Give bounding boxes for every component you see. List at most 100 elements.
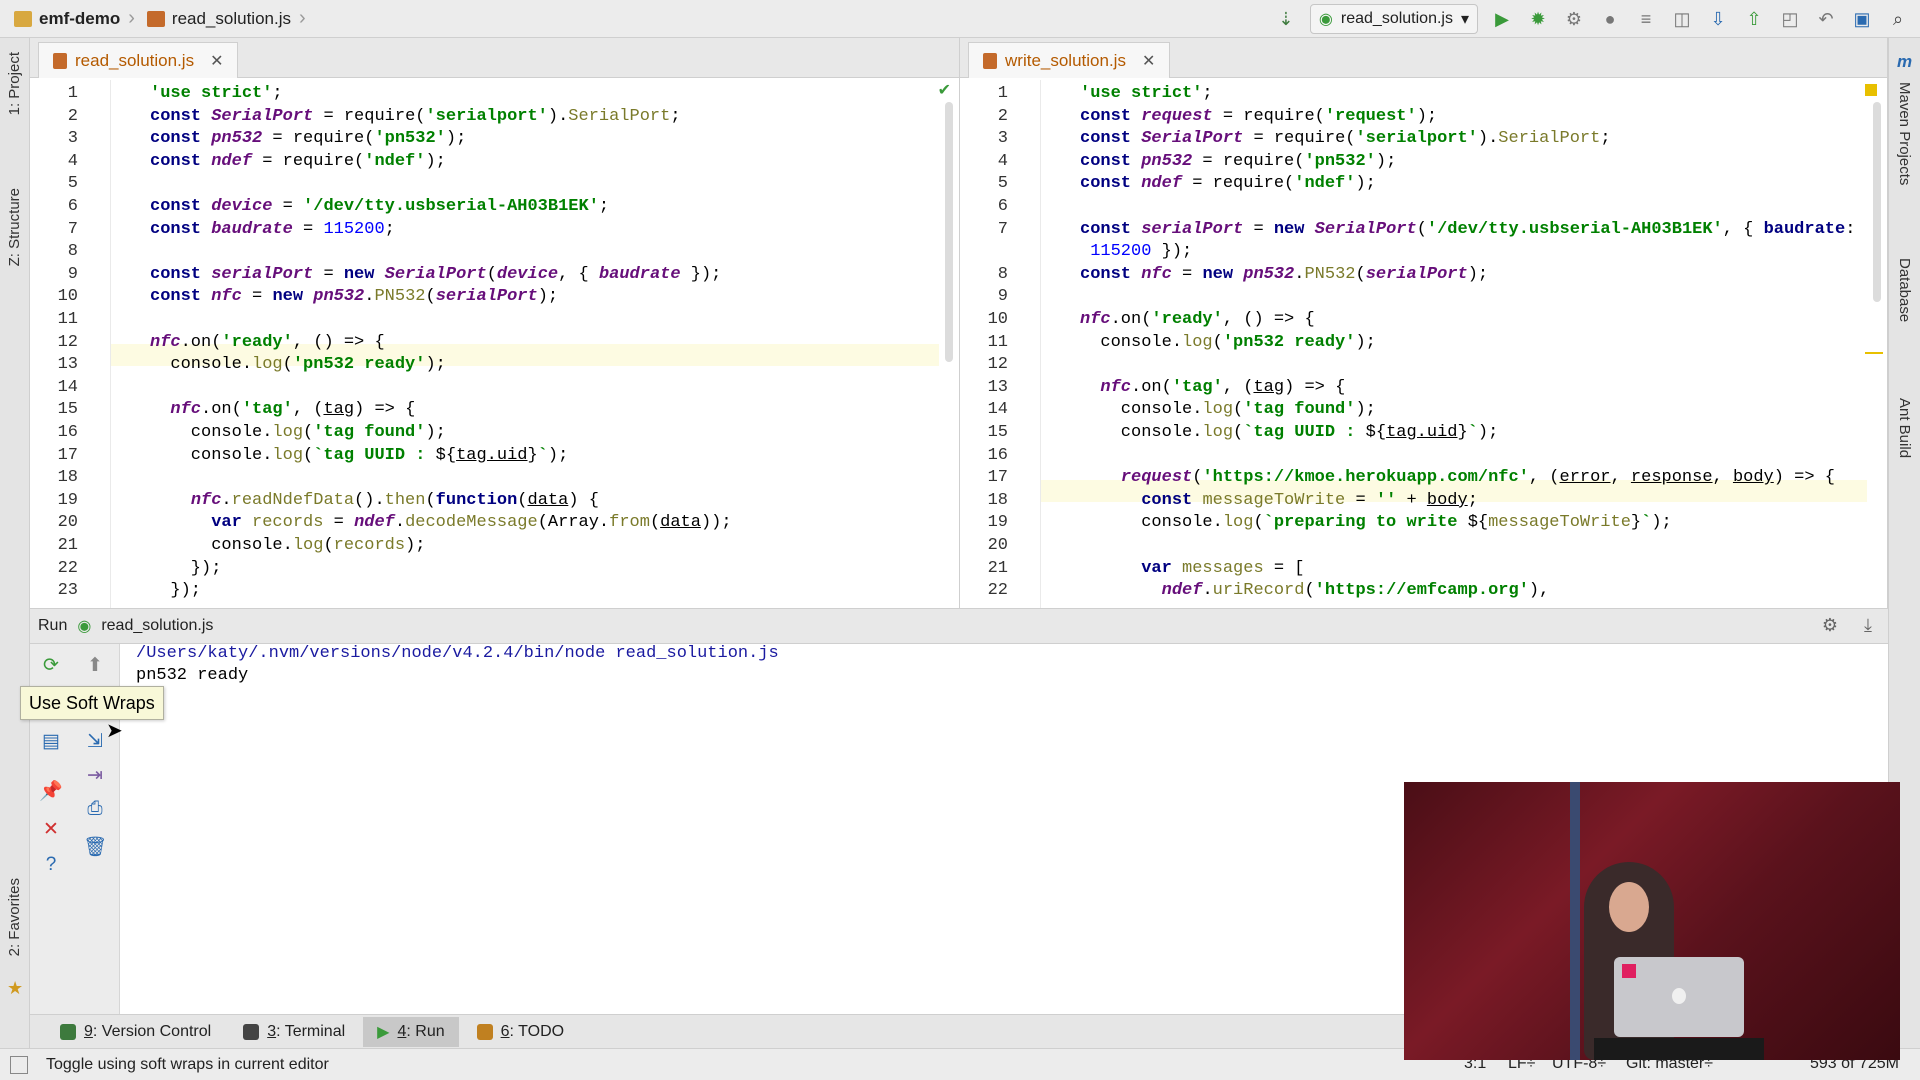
- layout-icon[interactable]: ▤: [38, 728, 64, 754]
- todo-icon: [476, 1023, 493, 1040]
- sync-icon[interactable]: ≡: [1634, 7, 1658, 31]
- code-line: const ndef = require('ndef');: [1080, 174, 1376, 194]
- up-arrow-icon[interactable]: ⬆: [82, 652, 108, 678]
- warning-stripe[interactable]: [1865, 352, 1883, 354]
- hide-panel-icon[interactable]: ⤓: [1864, 615, 1872, 636]
- line-number: 20: [57, 513, 78, 533]
- line-number: 21: [987, 558, 1008, 578]
- trash-icon[interactable]: 🗑: [82, 834, 108, 860]
- attach-icon[interactable]: ◫: [1670, 7, 1694, 31]
- laptop-sticker: [1622, 964, 1636, 978]
- todo-tool-button[interactable]: 6: TODO: [463, 1017, 578, 1047]
- line-number: 16: [987, 445, 1008, 465]
- close-icon[interactable]: ✕: [38, 816, 64, 842]
- vcs-commit-icon[interactable]: ⇧: [1742, 7, 1766, 31]
- code-line: console.log(`tag UUID : ${tag.uid}`);: [1080, 423, 1499, 442]
- breadcrumb-project-label: emf-demo: [39, 8, 121, 28]
- right-code-area[interactable]: 1 'use strict'; 2 const request = require('…: [960, 80, 1887, 608]
- close-icon[interactable]: ✕: [210, 51, 223, 71]
- compare-icon[interactable]: ◰: [1778, 7, 1802, 31]
- line-number: 17: [57, 445, 78, 465]
- help-icon[interactable]: ?: [38, 852, 64, 878]
- line-number: 11: [57, 310, 78, 329]
- tool-label: : Version Control: [92, 1022, 212, 1040]
- editor-scrollbar[interactable]: [1873, 102, 1881, 302]
- favorites-tool-button[interactable]: 2: Favorites: [6, 878, 23, 956]
- vcs-update-icon[interactable]: ⇩: [1706, 7, 1730, 31]
- js-file-icon: [146, 10, 165, 27]
- structure-tool-button[interactable]: Z: Structure: [6, 188, 23, 266]
- run-config-tab[interactable]: read_solution.js: [101, 617, 213, 635]
- code-line: nfc.readNdefData().then(function(data) {: [190, 490, 599, 510]
- soft-wrap-icon[interactable]: ⇲: [82, 728, 108, 754]
- ant-build-tool-button[interactable]: Ant Build: [1896, 398, 1913, 458]
- toolbar: ⇣ ◉ read_solution.js ▾ ▶ ✹ ⚙ ● ≡ ◫ ⇩ ⇧ ◰…: [1274, 0, 1920, 38]
- editor-scrollbar[interactable]: [945, 102, 953, 362]
- terminal-tool-button[interactable]: 3: Terminal: [229, 1017, 359, 1047]
- profile-icon[interactable]: ●: [1598, 7, 1622, 31]
- apple-logo-icon: [1672, 988, 1686, 1004]
- tab-label: read_solution.js: [75, 50, 195, 70]
- run-tool-button[interactable]: ▶ 4: Run: [363, 1016, 459, 1047]
- vcs-icon: [60, 1023, 76, 1040]
- breadcrumb-separator: ›: [128, 7, 135, 29]
- rerun-icon[interactable]: ⟳: [38, 652, 64, 678]
- line-number: 8: [997, 264, 1008, 284]
- node-icon: ◉: [77, 618, 92, 635]
- line-number: 23: [57, 581, 78, 601]
- folder-icon: [14, 10, 32, 27]
- mouse-cursor-icon: ➤: [106, 720, 123, 742]
- left-code-area[interactable]: 1 'use strict'; 2 const SerialPort = requir…: [30, 80, 959, 608]
- line-number: 15: [987, 423, 1008, 442]
- close-icon[interactable]: ✕: [1142, 51, 1155, 71]
- code-line: ndef.uriRecord('https://emfcamp.org'),: [1161, 581, 1550, 601]
- node-icon: ◉: [1318, 11, 1333, 28]
- search-icon[interactable]: ⌕: [1886, 7, 1910, 31]
- code-line: const serialPort = new SerialPort('/dev/…: [1080, 219, 1856, 239]
- tool-key: 3: [267, 1022, 277, 1040]
- maven-projects-tool-button[interactable]: Maven Projects: [1896, 82, 1913, 185]
- print-icon[interactable]: ⎙: [82, 796, 108, 822]
- code-line: const SerialPort = require('serialport')…: [150, 106, 681, 126]
- maven-icon: m: [1897, 52, 1913, 71]
- tab-read-solution[interactable]: read_solution.js ✕: [38, 42, 239, 78]
- code-line: var messages = [: [1141, 558, 1305, 578]
- line-number: 4: [67, 151, 78, 171]
- line-number: 13: [57, 355, 78, 375]
- code-line: const pn532 = require('pn532');: [1080, 151, 1397, 171]
- breadcrumb-file[interactable]: read_solution.js ›: [141, 0, 312, 38]
- curtain-pole: [1570, 782, 1580, 1060]
- run-icon: ▶: [377, 1023, 390, 1041]
- project-tool-button[interactable]: 1: Project: [6, 52, 23, 115]
- line-number: 2: [997, 106, 1008, 126]
- code-line: console.log('tag found');: [1080, 400, 1376, 420]
- line-number: 13: [987, 377, 1008, 397]
- code-line: nfc.on('ready', () => {: [1080, 310, 1315, 329]
- line-number: 18: [57, 468, 78, 488]
- tool-key: 9: [84, 1022, 93, 1040]
- run-configuration-select[interactable]: ◉ read_solution.js ▾: [1309, 4, 1478, 34]
- tooltip: Use Soft Wraps: [20, 686, 164, 720]
- tab-write-solution[interactable]: write_solution.js ✕: [968, 42, 1171, 78]
- panel-toggle-icon[interactable]: [10, 1055, 28, 1074]
- breadcrumb-project[interactable]: emf-demo ›: [0, 0, 141, 38]
- run-icon[interactable]: ▶: [1490, 7, 1514, 31]
- line-number: 18: [987, 490, 1008, 510]
- gear-icon[interactable]: ⚙: [1822, 615, 1838, 636]
- revert-icon[interactable]: ↶: [1814, 7, 1838, 31]
- project-structure-icon[interactable]: ▣: [1850, 7, 1874, 31]
- console-line: pn532 ready: [136, 666, 249, 685]
- build-icon[interactable]: ⇣: [1274, 7, 1298, 31]
- line-number: 16: [57, 423, 78, 442]
- terminal-icon: [243, 1023, 260, 1040]
- warning-marker-icon: [1865, 84, 1877, 96]
- coverage-icon[interactable]: ⚙: [1562, 7, 1586, 31]
- pin-icon[interactable]: 📌: [38, 778, 64, 804]
- version-control-tool-button[interactable]: 9: Version Control: [46, 1017, 225, 1047]
- code-line: const ndef = require('ndef');: [150, 151, 446, 171]
- left-editor-pane: read_solution.js ✕ 1 'use strict'; 2 const …: [30, 38, 960, 608]
- database-tool-button[interactable]: Database: [1896, 258, 1913, 322]
- breadcrumb-separator: ›: [298, 7, 306, 29]
- scroll-to-end-icon[interactable]: ⇥: [82, 762, 108, 788]
- debug-icon[interactable]: ✹: [1526, 7, 1550, 31]
